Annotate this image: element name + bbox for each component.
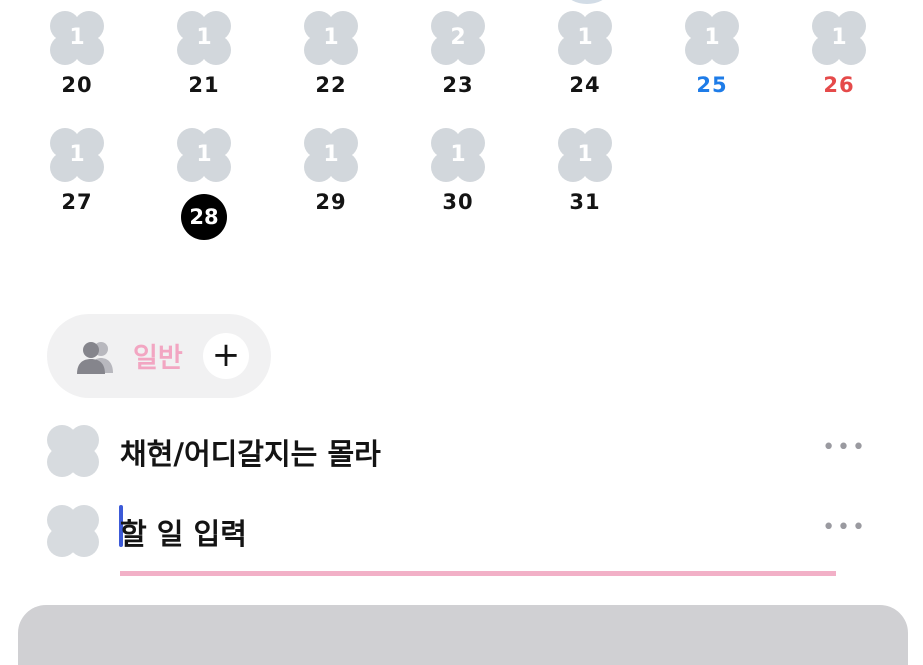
day-number: 20 bbox=[61, 73, 93, 97]
calendar-day-27[interactable]: 1 27 bbox=[22, 128, 132, 238]
day-number: 31 bbox=[569, 190, 601, 214]
day-number-today: 28 bbox=[181, 194, 227, 240]
more-options-icon[interactable]: ••• bbox=[822, 435, 867, 460]
clover-icon: 2 bbox=[431, 11, 485, 65]
todo-item[interactable]: 채현/어디갈지는 몰라 ••• bbox=[47, 425, 877, 485]
clover-icon: 1 bbox=[304, 11, 358, 65]
day-number: 23 bbox=[442, 73, 474, 97]
clover-icon bbox=[567, 0, 607, 4]
todo-count: 1 bbox=[323, 142, 339, 167]
new-todo-input[interactable]: 할 일 입력 bbox=[120, 511, 247, 553]
category-chip[interactable]: 일반 + bbox=[47, 314, 271, 398]
todo-text: 채현/어디갈지는 몰라 bbox=[120, 437, 381, 471]
todo-count: 1 bbox=[450, 142, 466, 167]
calendar-day-25[interactable]: 1 25 bbox=[657, 11, 767, 121]
todo-count: 2 bbox=[450, 25, 466, 50]
day-number: 21 bbox=[188, 73, 220, 97]
bottom-sheet[interactable] bbox=[18, 605, 908, 665]
calendar-day-24[interactable]: 1 24 bbox=[530, 11, 640, 121]
calendar-day-30[interactable]: 1 30 bbox=[403, 128, 513, 238]
new-todo-row[interactable]: 할 일 입력 ••• bbox=[47, 505, 877, 565]
day-number: 22 bbox=[315, 73, 347, 97]
calendar-day-28-today[interactable]: 1 28 bbox=[149, 128, 259, 240]
todo-count: 1 bbox=[69, 142, 85, 167]
category-label: 일반 bbox=[133, 343, 183, 374]
calendar-grid: 1 20 1 21 1 22 2 23 1 24 1 25 1 26 1 27 … bbox=[0, 0, 923, 260]
todo-count: 1 bbox=[323, 25, 339, 50]
clover-icon: 1 bbox=[558, 11, 612, 65]
calendar-day-23[interactable]: 2 23 bbox=[403, 11, 513, 121]
todo-count: 1 bbox=[69, 25, 85, 50]
calendar-day-21[interactable]: 1 21 bbox=[149, 11, 259, 121]
todo-count: 1 bbox=[577, 25, 593, 50]
clover-icon: 1 bbox=[812, 11, 866, 65]
todo-count: 1 bbox=[577, 142, 593, 167]
day-number: 29 bbox=[315, 190, 347, 214]
checkbox-clover-icon[interactable] bbox=[47, 505, 99, 557]
todo-count: 1 bbox=[196, 25, 212, 50]
calendar-day-26[interactable]: 1 26 bbox=[784, 11, 894, 121]
more-options-icon[interactable]: ••• bbox=[822, 515, 867, 540]
clover-icon: 1 bbox=[50, 11, 104, 65]
input-underline bbox=[120, 571, 836, 576]
clover-icon: 1 bbox=[431, 128, 485, 182]
day-number-sunday: 26 bbox=[823, 73, 855, 97]
calendar-day-31[interactable]: 1 31 bbox=[530, 128, 640, 238]
clover-icon: 1 bbox=[177, 128, 231, 182]
todo-count: 1 bbox=[831, 25, 847, 50]
people-icon bbox=[77, 342, 113, 374]
clover-icon: 1 bbox=[558, 128, 612, 182]
day-number: 24 bbox=[569, 73, 601, 97]
clover-icon: 1 bbox=[50, 128, 104, 182]
clover-icon: 1 bbox=[177, 11, 231, 65]
day-number-saturday: 25 bbox=[696, 73, 728, 97]
clover-icon: 1 bbox=[685, 11, 739, 65]
today-marker: 28 bbox=[149, 190, 259, 240]
todo-count: 1 bbox=[704, 25, 720, 50]
calendar-day-29[interactable]: 1 29 bbox=[276, 128, 386, 238]
day-number: 30 bbox=[442, 190, 474, 214]
checkbox-clover-icon[interactable] bbox=[47, 425, 99, 477]
clover-icon: 1 bbox=[304, 128, 358, 182]
todo-count: 1 bbox=[196, 142, 212, 167]
calendar-day-22[interactable]: 1 22 bbox=[276, 11, 386, 121]
calendar-day-20[interactable]: 1 20 bbox=[22, 11, 132, 121]
add-todo-button[interactable]: + bbox=[203, 333, 249, 379]
day-number: 27 bbox=[61, 190, 93, 214]
